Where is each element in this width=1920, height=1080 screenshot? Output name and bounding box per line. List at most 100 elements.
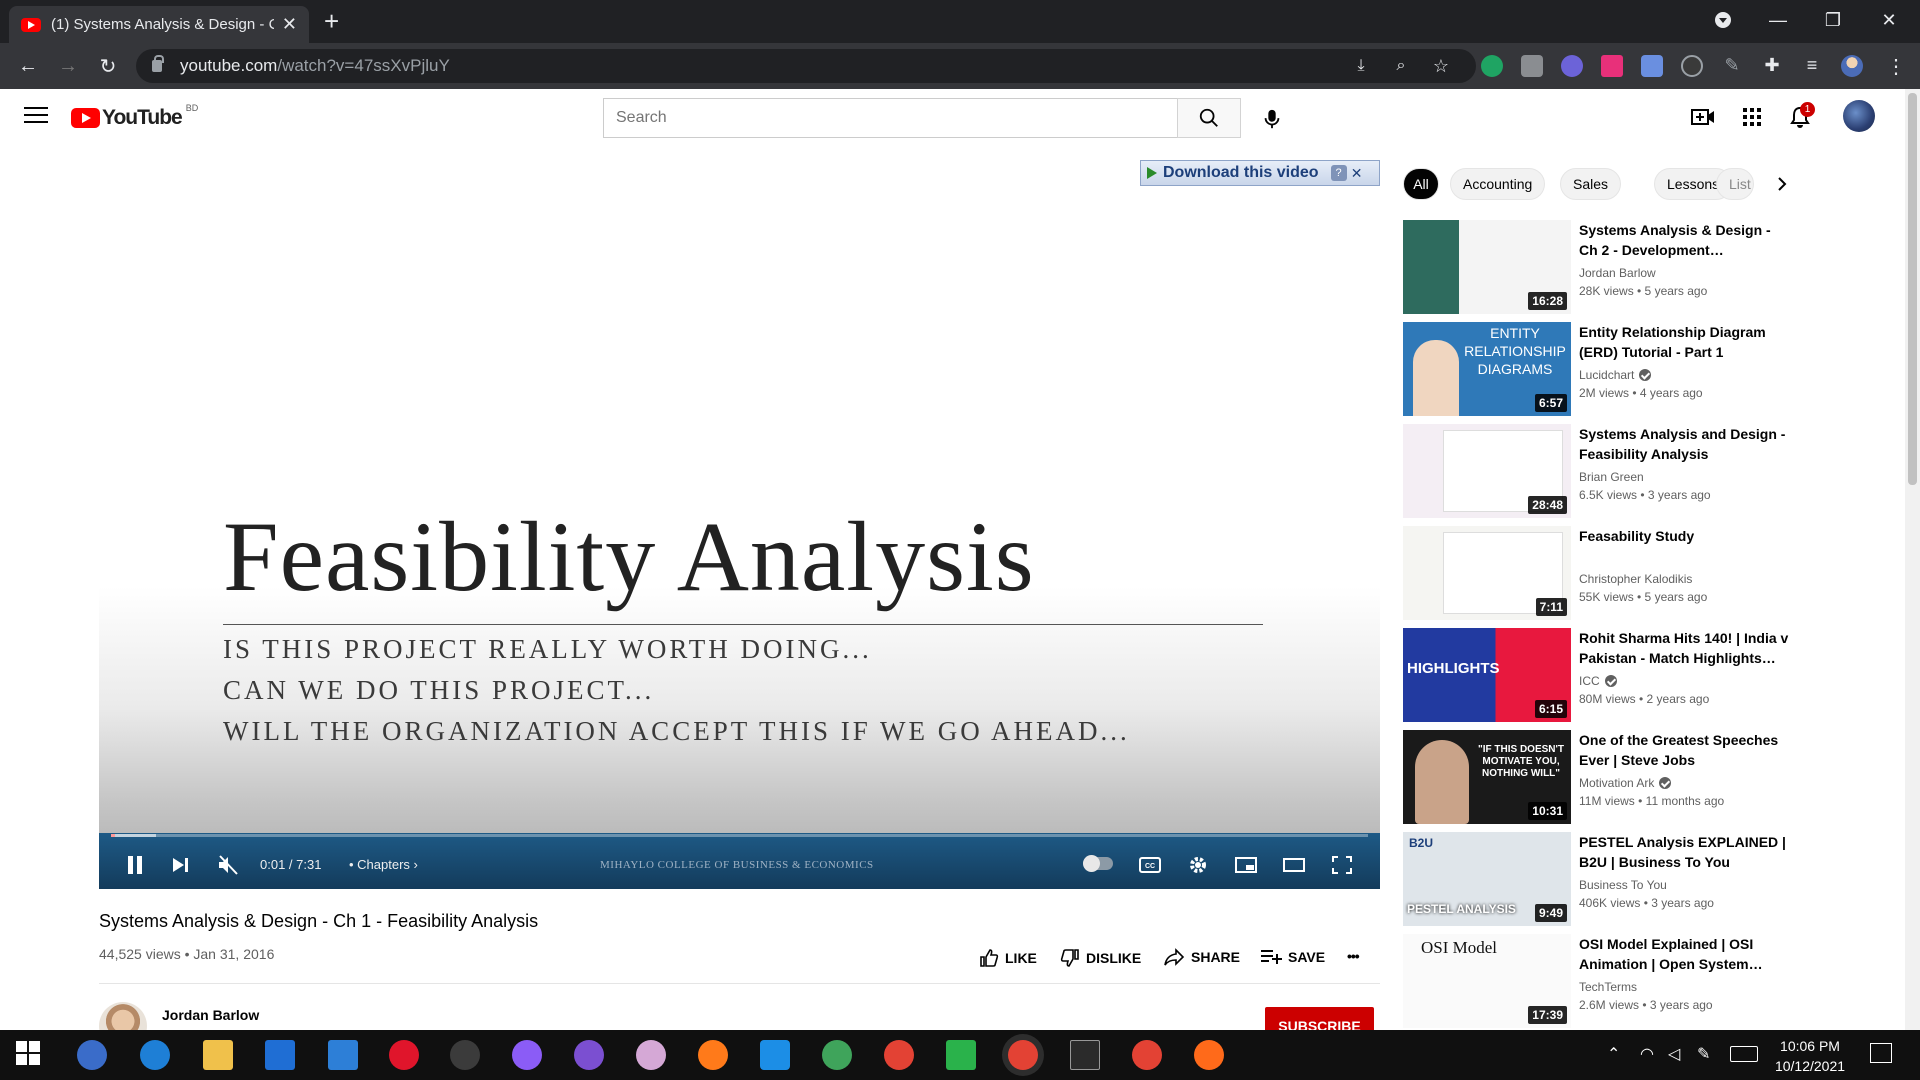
page-scrollbar[interactable]: [1905, 89, 1920, 1030]
close-icon[interactable]: ✕: [1349, 165, 1365, 181]
vscode-icon[interactable]: [760, 1040, 790, 1070]
account-avatar[interactable]: [1843, 100, 1875, 132]
video-thumbnail[interactable]: "IF THIS DOESN'T MOTIVATE YOU, NOTHING W…: [1403, 730, 1571, 824]
create-video-button[interactable]: [1689, 103, 1717, 131]
pen-icon[interactable]: ✎: [1697, 1044, 1710, 1064]
autoplay-toggle[interactable]: [1083, 855, 1113, 872]
video-thumbnail[interactable]: 7:11: [1403, 526, 1571, 620]
paint-icon[interactable]: [636, 1040, 666, 1070]
chrome-icon[interactable]: [884, 1040, 914, 1070]
mute-button[interactable]: [210, 850, 246, 880]
related-channel[interactable]: Business To You: [1579, 878, 1667, 892]
more-actions-button[interactable]: •••: [1347, 948, 1360, 964]
address-bar[interactable]: youtube.com/watch?v=47ssXvPjluY: [136, 49, 1476, 83]
app-icon[interactable]: [1194, 1040, 1224, 1070]
play-extension-icon[interactable]: [1601, 55, 1623, 77]
chips-next-button[interactable]: [1770, 172, 1794, 196]
related-video-item[interactable]: 7:11 Feasability Study Christopher Kalodik…: [1403, 526, 1873, 622]
related-channel[interactable]: Christopher Kalodikis: [1579, 572, 1692, 586]
keyboard-icon[interactable]: [1730, 1046, 1758, 1062]
bookmark-star-icon[interactable]: ☆: [1425, 50, 1457, 82]
pycharm-icon[interactable]: [946, 1040, 976, 1070]
opera-icon[interactable]: [389, 1040, 419, 1070]
related-channel[interactable]: Jordan Barlow: [1579, 266, 1656, 280]
grammarly-extension-icon[interactable]: [1481, 55, 1503, 77]
firefox-icon[interactable]: [698, 1040, 728, 1070]
video-player[interactable]: Feasibility Analysis IS THIS PROJECT REA…: [99, 169, 1380, 889]
profile-menu-icon[interactable]: [1700, 0, 1746, 40]
channel-name[interactable]: Jordan Barlow: [162, 1007, 259, 1023]
related-video-item[interactable]: HIGHLIGHTS 6:15 Rohit Sharma Hits 140! | I…: [1403, 628, 1873, 724]
related-channel[interactable]: Lucidchart: [1579, 368, 1652, 382]
app-icon[interactable]: [822, 1040, 852, 1070]
fullscreen-button[interactable]: [1324, 850, 1360, 880]
related-video-item[interactable]: "IF THIS DOESN'T MOTIVATE YOU, NOTHING W…: [1403, 730, 1873, 826]
zoom-icon[interactable]: ⌕: [1385, 50, 1417, 82]
maximize-icon[interactable]: ❐: [1810, 0, 1856, 40]
video-thumbnail[interactable]: 16:28: [1403, 220, 1571, 314]
window-close-icon[interactable]: ✕: [1866, 0, 1912, 40]
chip-accounting[interactable]: Accounting: [1450, 168, 1546, 200]
windows-start-icon[interactable]: [16, 1041, 44, 1069]
pen-extension-icon[interactable]: ✎: [1721, 55, 1743, 77]
github-desktop-icon[interactable]: [574, 1040, 604, 1070]
taskbar-clock[interactable]: 10:06 PM 10/12/2021: [1765, 1036, 1855, 1076]
scrollbar-thumb[interactable]: [1908, 93, 1917, 485]
progress-bar[interactable]: [111, 834, 1368, 837]
chip-all[interactable]: All: [1403, 168, 1439, 200]
video-thumbnail[interactable]: HIGHLIGHTS 6:15: [1403, 628, 1571, 722]
apps-grid-button[interactable]: [1738, 103, 1766, 131]
terminal-icon[interactable]: [1070, 1040, 1100, 1070]
next-button[interactable]: [162, 850, 198, 880]
pause-button[interactable]: [117, 850, 153, 880]
related-video-title[interactable]: Rohit Sharma Hits 140! | India v Pakista…: [1579, 628, 1789, 668]
related-video-title[interactable]: Feasability Study: [1579, 526, 1789, 546]
camera-extension-icon[interactable]: [1521, 55, 1543, 77]
captions-button[interactable]: CC: [1132, 850, 1168, 880]
satellite-app-icon[interactable]: [450, 1040, 480, 1070]
chrome-profile-icon[interactable]: [1132, 1040, 1162, 1070]
related-channel[interactable]: Brian Green: [1579, 470, 1644, 484]
youtube-logo[interactable]: YouTube BD: [71, 103, 198, 130]
tab-close-icon[interactable]: ✕: [282, 14, 297, 35]
new-tab-button[interactable]: +: [324, 6, 339, 36]
extension-icon[interactable]: [1561, 55, 1583, 77]
related-video-title[interactable]: OSI Model Explained | OSI Animation | Op…: [1579, 934, 1789, 974]
related-video-item[interactable]: 28:48 Systems Analysis and Design - Feasi…: [1403, 424, 1873, 520]
video-thumbnail[interactable]: 28:48: [1403, 424, 1571, 518]
chip-list[interactable]: List: [1716, 168, 1754, 200]
related-channel[interactable]: ICC: [1579, 674, 1617, 688]
mail-icon[interactable]: [328, 1040, 358, 1070]
browser-menu-icon[interactable]: ⋮: [1880, 50, 1912, 82]
related-video-title[interactable]: Systems Analysis and Design - Feasibilit…: [1579, 424, 1789, 464]
settings-button[interactable]: [1180, 850, 1216, 880]
related-channel[interactable]: Motivation Ark: [1579, 776, 1672, 790]
puzzle-extensions-icon[interactable]: ✚: [1761, 55, 1783, 77]
file-explorer-icon[interactable]: [203, 1040, 233, 1070]
chapters-button[interactable]: • Chapters ›: [349, 857, 418, 872]
save-button[interactable]: SAVE: [1260, 948, 1325, 966]
related-video-item[interactable]: PESTEL ANALYSIS B2U 9:49 PESTEL Analysis EX…: [1403, 832, 1873, 928]
back-arrow-icon[interactable]: ←: [12, 50, 44, 82]
messenger-icon[interactable]: [512, 1040, 542, 1070]
browser-tab-active[interactable]: (1) Systems Analysis & Design - C ✕: [9, 6, 309, 43]
video-thumbnail[interactable]: ENTITY RELATIONSHIP DIAGRAMS 6:57: [1403, 322, 1571, 416]
qbittorrent-icon[interactable]: [77, 1040, 107, 1070]
store-icon[interactable]: [265, 1040, 295, 1070]
volume-icon[interactable]: ◁: [1668, 1044, 1680, 1064]
related-video-item[interactable]: OSI Model 17:39 OSI Model Explained | OSI …: [1403, 934, 1873, 1030]
tray-chevron-up-icon[interactable]: ⌃: [1607, 1044, 1620, 1064]
media-queue-icon[interactable]: ≡: [1801, 55, 1823, 77]
search-input[interactable]: [603, 98, 1178, 138]
miniplayer-button[interactable]: [1228, 850, 1264, 880]
related-video-item[interactable]: 16:28 Systems Analysis & Design - Ch 2 - …: [1403, 220, 1873, 316]
related-video-title[interactable]: Systems Analysis & Design - Ch 2 - Devel…: [1579, 220, 1789, 260]
edge-legacy-icon[interactable]: [140, 1040, 170, 1070]
help-icon[interactable]: ?: [1330, 165, 1347, 181]
chrome-active-icon[interactable]: [1008, 1040, 1038, 1070]
install-icon[interactable]: ⤓: [1345, 50, 1377, 82]
video-thumbnail[interactable]: PESTEL ANALYSIS B2U 9:49: [1403, 832, 1571, 926]
like-button[interactable]: LIKE: [979, 948, 1037, 968]
voice-search-button[interactable]: [1252, 99, 1292, 139]
search-button[interactable]: [1177, 98, 1241, 138]
